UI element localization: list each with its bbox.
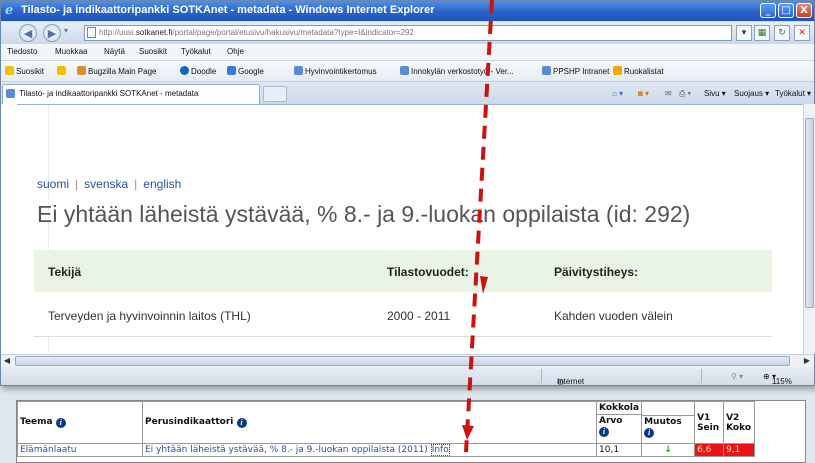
- arrow-head-lower: [462, 425, 474, 440]
- annotation-overlay: [462, 0, 494, 453]
- arrow-head-upper: [480, 276, 488, 294]
- dashed-arrow-line: [464, 0, 494, 453]
